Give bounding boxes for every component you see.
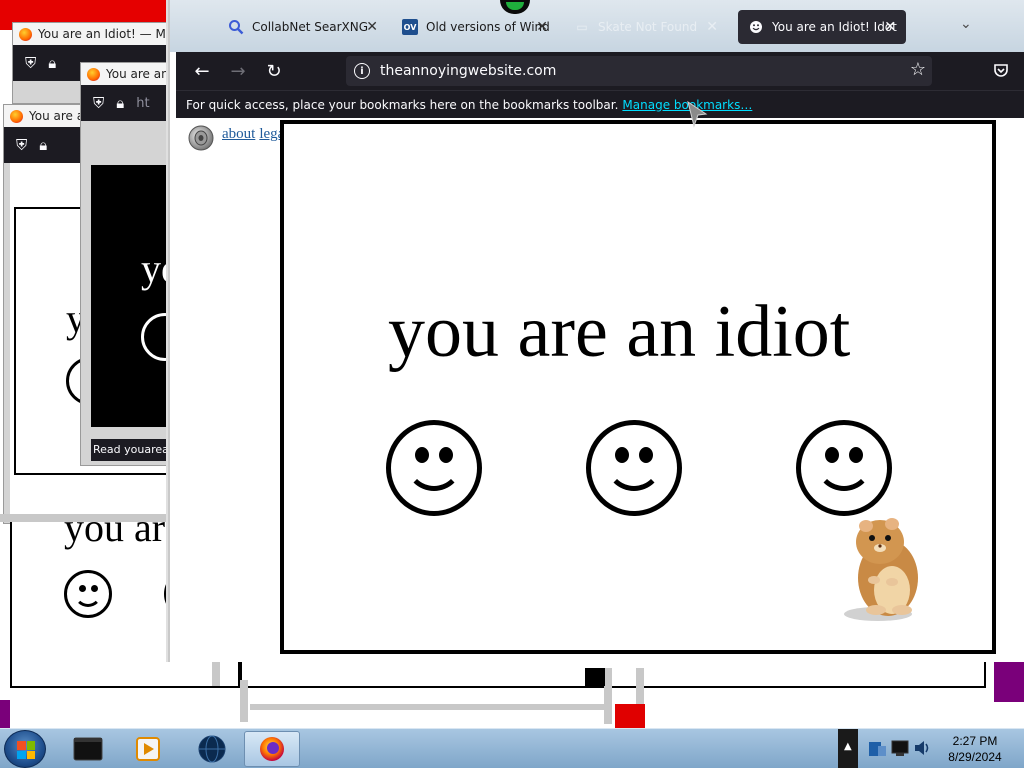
window-border-fragment [240, 680, 248, 722]
close-icon[interactable]: ✕ [366, 19, 378, 35]
tab-you-are-an-idiot[interactable]: You are an Idiot! Idot ✕ [738, 10, 906, 44]
lock-icon: 🔒︎ [39, 136, 48, 154]
page-content: aboutlegacysafe you are an idiot [176, 118, 1024, 662]
windows-logo-icon [17, 741, 35, 759]
idiot-frame: you are an idiot [280, 120, 996, 654]
popup-fragment-black [585, 668, 605, 686]
tab-label: CollabNet SearXNG [252, 20, 369, 34]
window-border-fragment [212, 662, 220, 686]
search-icon [228, 19, 244, 35]
system-clock[interactable]: 2:27 PM 8/29/2024 [930, 733, 1020, 765]
bookmark-star-icon[interactable]: ☆ [910, 59, 926, 80]
page-headline: you are an idiot [388, 291, 851, 373]
popup-window-b[interactable]: You are an ⛨ 🔒︎ ht yo Read youarear [80, 62, 181, 466]
tab-strip: CollabNet SearXNG ✕ OV Old versions of W… [170, 0, 1024, 52]
clock-time: 2:27 PM [952, 734, 998, 748]
terminal-app-icon[interactable] [60, 731, 116, 767]
tab-label: You are an Idiot! Idot [772, 20, 897, 34]
close-icon[interactable]: ✕ [536, 19, 548, 35]
bookmarks-toolbar: For quick access, place your bookmarks h… [176, 90, 1024, 118]
show-hidden-icons-chevron-up-icon[interactable]: ▲ [838, 729, 858, 768]
tab-label: Old versions of Wind [426, 20, 550, 34]
popup-window-a-titlebar[interactable]: You are an Idiot! — Moz [13, 23, 181, 45]
smiley-icon [586, 420, 682, 516]
smiley-icon [64, 570, 112, 618]
page-icon: ▭ [576, 20, 588, 34]
tab-label: Skate Not Found [598, 20, 698, 34]
popup-window-c-title: You are a [29, 109, 85, 123]
clock-date: 8/29/2024 [948, 750, 1002, 764]
globe-app-icon[interactable] [184, 731, 240, 767]
firefox-app-icon[interactable] [244, 731, 300, 767]
popup-window-b-url[interactable]: ht [136, 96, 149, 111]
bookmarks-hint: For quick access, place your bookmarks h… [186, 97, 619, 112]
popup-window-b-navbar: ⛨ 🔒︎ ht [81, 85, 179, 121]
window-border-fragment [0, 514, 170, 522]
network-icon[interactable] [890, 737, 912, 759]
tab-collabnet-searxng[interactable]: CollabNet SearXNG ✕ [218, 10, 388, 44]
forward-arrow-icon[interactable]: → [220, 53, 256, 89]
lock-icon: 🔒︎ [48, 54, 57, 72]
window-border-fragment [250, 704, 604, 710]
close-icon[interactable]: ✕ [706, 19, 718, 35]
firefox-icon [10, 109, 23, 123]
idiot-text-fragment: you ar [64, 520, 166, 550]
hamster-icon [844, 518, 918, 621]
window-border-fragment [604, 668, 612, 724]
pocket-icon[interactable] [992, 61, 1010, 79]
list-all-tabs-chevron-down-icon[interactable]: ⌄ [960, 16, 972, 32]
navigation-toolbar: ← → ↻ i theannoyingwebsite.com ☆ [176, 52, 1024, 90]
tab-not-found[interactable]: ▭ Skate Not Found ✕ [564, 10, 728, 44]
lock-icon: 🔒︎ [116, 94, 125, 112]
popup-window-a-title: You are an Idiot! — Moz [38, 27, 180, 41]
taskbar: ▲ 2:27 PM 8/29/2024 [0, 728, 1024, 768]
shield-icon[interactable]: ⛨ [16, 136, 27, 154]
link-about[interactable]: about [222, 126, 255, 142]
speaker-icon[interactable] [186, 124, 214, 152]
firefox-icon [87, 67, 100, 81]
media-player-app-icon[interactable] [120, 731, 176, 767]
url-text[interactable]: theannoyingwebsite.com [380, 63, 556, 79]
desktop: You are a ⛨ 🔒︎ y You are an Idiot! — Moz… [0, 0, 1024, 728]
mouse-cursor-icon [687, 100, 708, 128]
tab-old-versions[interactable]: OV Old versions of Wind ✕ [392, 10, 558, 44]
smiley-icon [796, 420, 892, 516]
ov-icon: OV [402, 19, 418, 35]
smiley-icon [748, 19, 764, 35]
back-arrow-icon[interactable]: ← [184, 53, 220, 89]
volume-icon[interactable] [912, 738, 932, 758]
popup-fragment-red [615, 704, 645, 728]
main-browser-window[interactable]: CollabNet SearXNG ✕ OV Old versions of W… [168, 0, 1024, 662]
purple-popup-fragment [0, 700, 10, 728]
purple-popup-fragment-right [994, 660, 1024, 702]
lower-popup-frame-2 [240, 660, 986, 688]
url-bar[interactable]: i theannoyingwebsite.com ☆ [346, 56, 932, 86]
action-center-flag-icon[interactable] [866, 738, 888, 760]
popup-window-b-title: You are an [106, 67, 169, 81]
shield-icon[interactable]: ⛨ [25, 54, 36, 72]
reload-icon[interactable]: ↻ [256, 53, 292, 89]
shield-icon[interactable]: ⛨ [93, 94, 104, 112]
firefox-icon [19, 27, 32, 41]
start-button[interactable] [4, 730, 46, 768]
popup-window-b-titlebar[interactable]: You are an [81, 63, 179, 85]
info-icon[interactable]: i [354, 63, 370, 79]
close-icon[interactable]: ✕ [884, 19, 896, 35]
smiley-icon [386, 420, 482, 516]
